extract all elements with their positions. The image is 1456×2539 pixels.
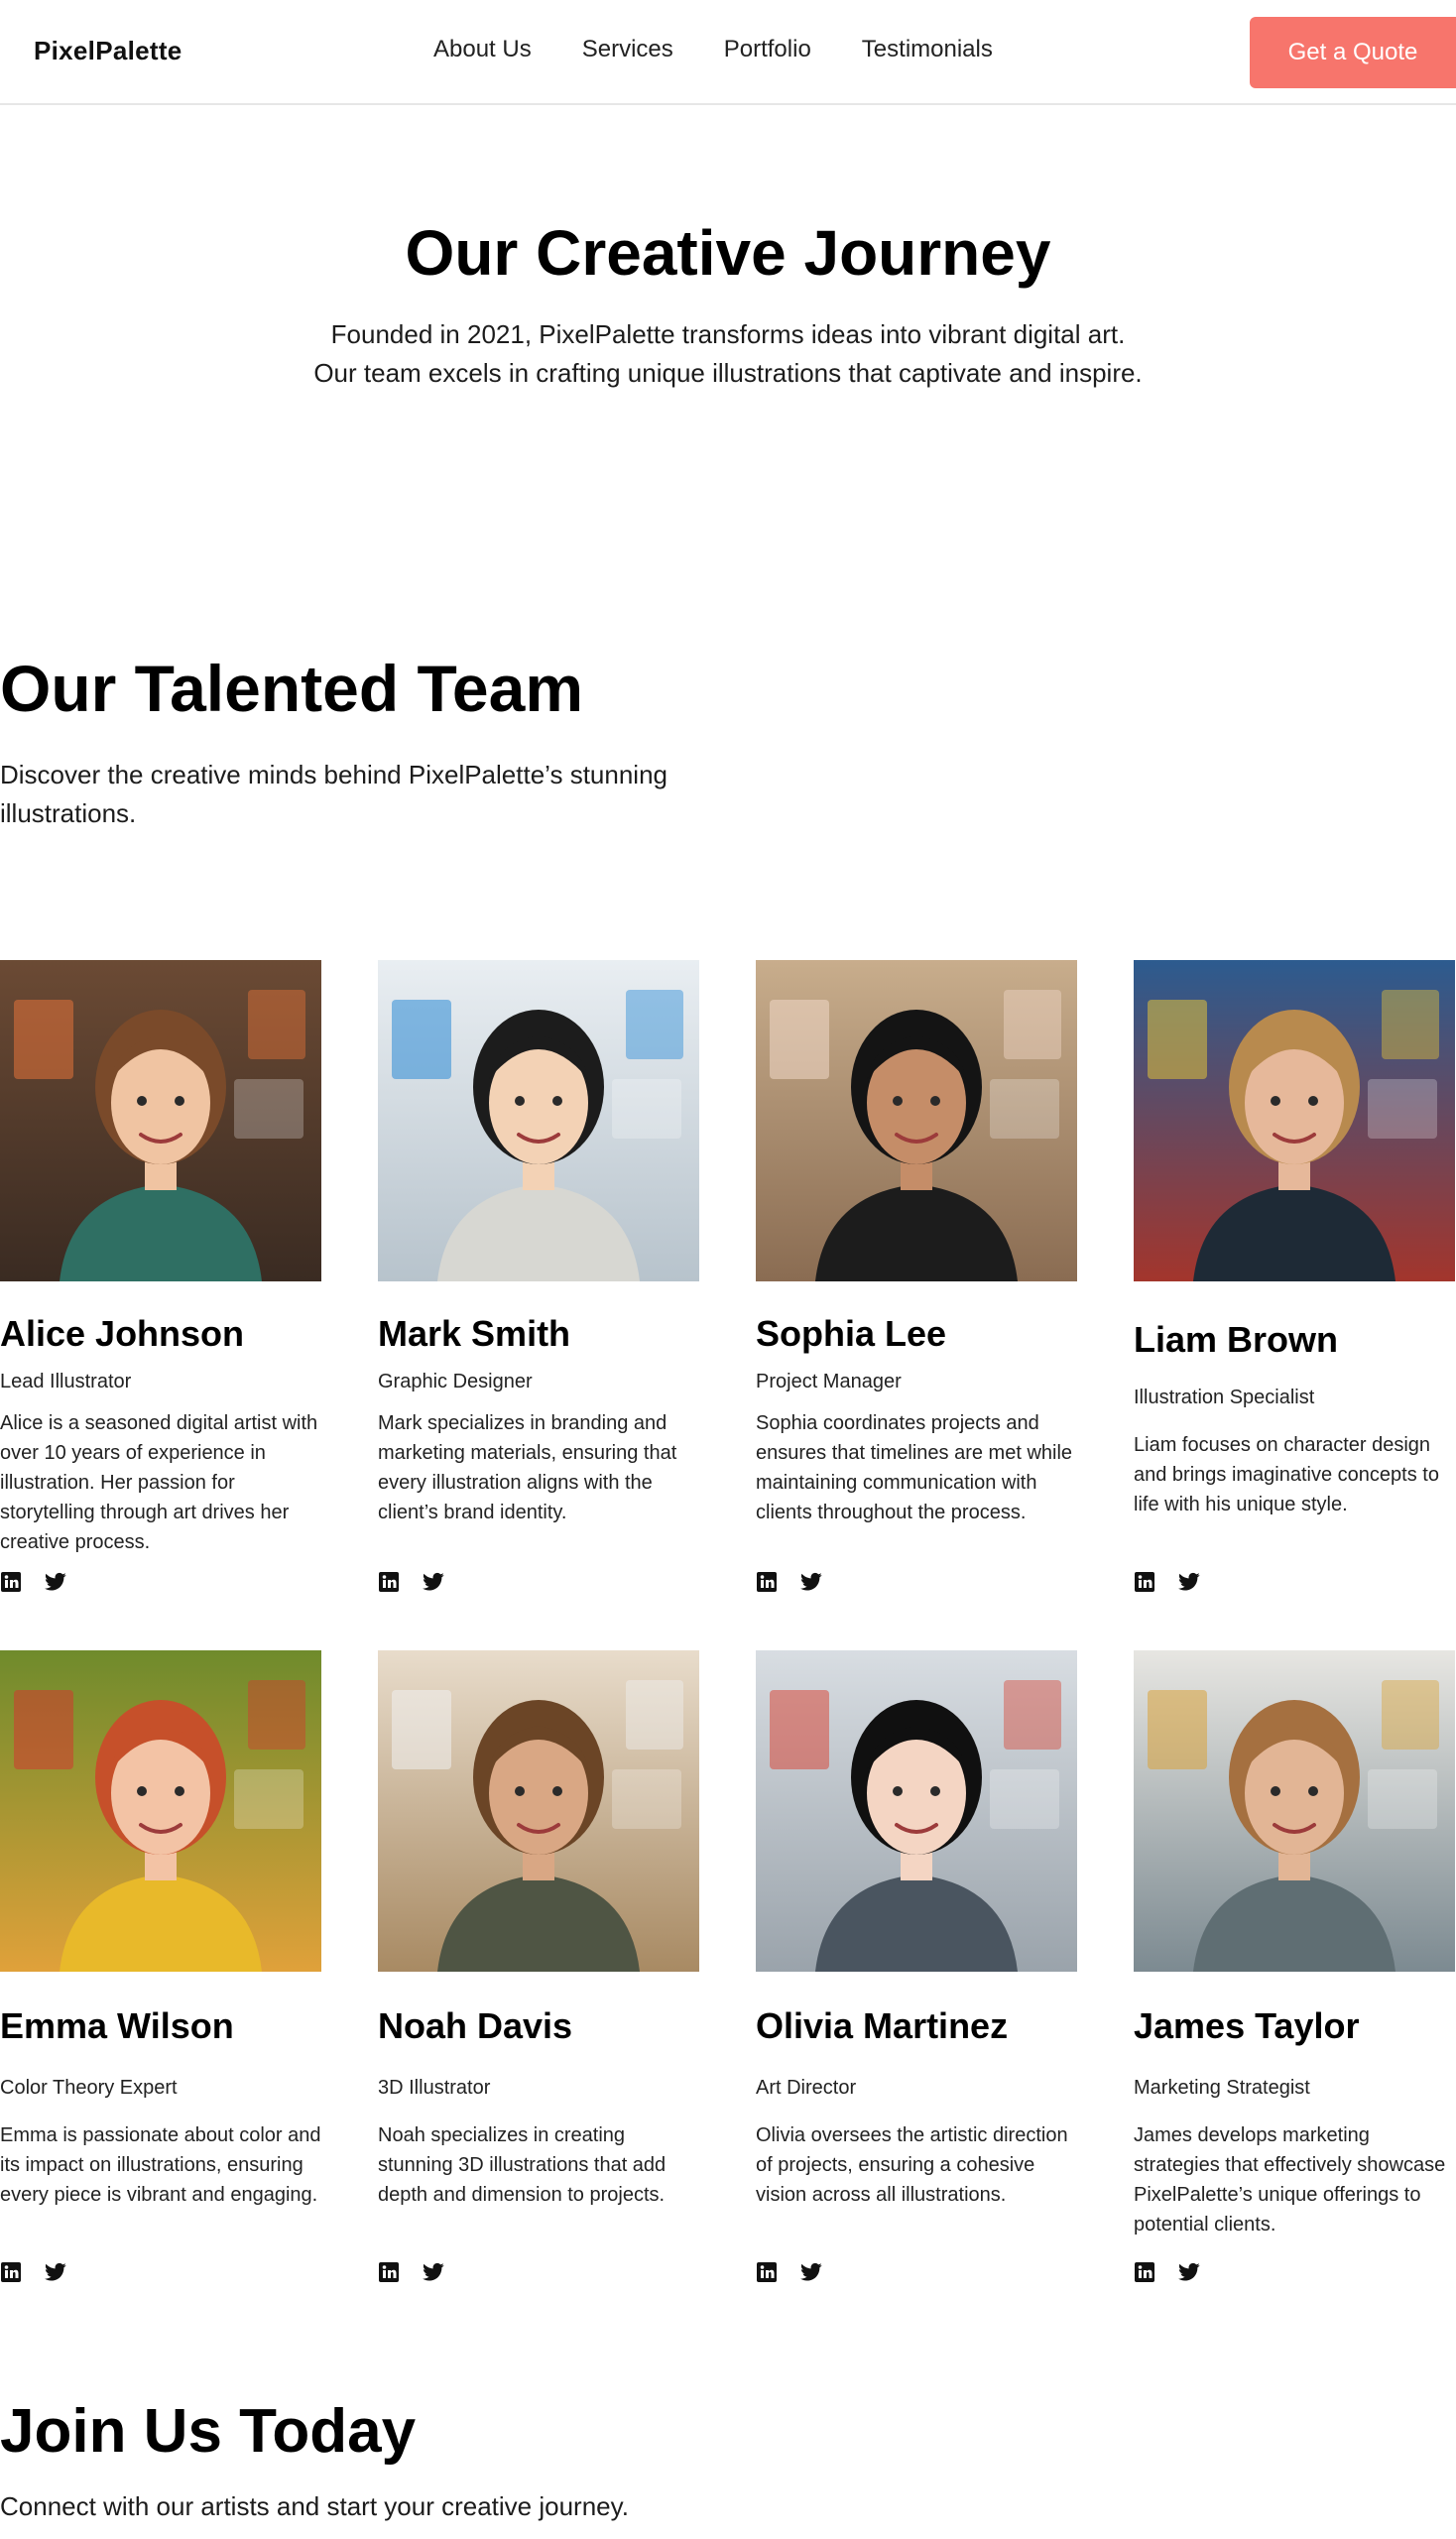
nav-link-testimonials[interactable]: Testimonials: [862, 36, 993, 63]
team-member-name: Liam Brown: [1134, 1319, 1339, 1360]
linkedin-icon[interactable]: [1134, 1571, 1155, 1593]
team-card: Emma Wilson Color Theory Expert Emma is pa…: [0, 1650, 327, 2305]
linkedin-icon[interactable]: [378, 1571, 400, 1593]
top-navbar: PixelPalette About Us Services Portfolio…: [0, 0, 1456, 105]
team-photo: [756, 1650, 1077, 1972]
linkedin-icon[interactable]: [378, 2261, 400, 2283]
team-member-role: Graphic Designer: [378, 1371, 533, 1392]
twitter-icon[interactable]: [45, 1571, 66, 1593]
team-photo-image: [0, 1650, 321, 1972]
hero-text: Founded in 2021, PixelPalette transforms…: [313, 319, 1143, 388]
team-member-role: Art Director: [756, 2077, 857, 2099]
social-links: [378, 2261, 444, 2283]
team-member-role: Lead Illustrator: [0, 1371, 132, 1392]
team-member-name: Sophia Lee: [756, 1313, 947, 1354]
team-member-role: Illustration Specialist: [1134, 1387, 1315, 1408]
join-subtitle: Connect with our artists and start your …: [0, 2491, 629, 2521]
team-member-role: Color Theory Expert: [0, 2077, 178, 2099]
team-photo-image: [1134, 1650, 1455, 1972]
team-photo: [0, 1650, 321, 1972]
twitter-icon[interactable]: [800, 1571, 822, 1593]
team-member-name: Noah Davis: [378, 2005, 573, 2046]
twitter-icon[interactable]: [1178, 2261, 1200, 2283]
linkedin-icon[interactable]: [756, 2261, 778, 2283]
team-photo: [756, 960, 1077, 1281]
nav-link-about[interactable]: About Us: [433, 36, 532, 63]
team-card: Mark Smith Graphic Designer Mark specializ…: [378, 960, 705, 1615]
team-member-name: James Taylor: [1134, 2005, 1360, 2046]
team-photo-image: [756, 960, 1077, 1281]
social-links: [0, 2261, 66, 2283]
team-photo: [1134, 1650, 1455, 1972]
team-member-role: Marketing Strategist: [1134, 2077, 1310, 2099]
team-photo: [0, 960, 321, 1281]
team-card: Liam Brown Illustration Specialist Liam fo…: [1134, 960, 1456, 1615]
team-photo-image: [378, 960, 699, 1281]
team-card: Sophia Lee Project Manager Sophia coordina…: [756, 960, 1083, 1615]
social-links: [1134, 2261, 1200, 2283]
social-links: [756, 2261, 822, 2283]
team-member-bio: Liam focuses on character design and bri…: [1134, 1434, 1439, 1515]
twitter-icon[interactable]: [423, 1571, 444, 1593]
team-photo-image: [756, 1650, 1077, 1972]
team-member-name: Mark Smith: [378, 1313, 571, 1354]
team-member-bio: Emma is passionate about color and its i…: [0, 2124, 321, 2206]
twitter-icon[interactable]: [45, 2261, 66, 2283]
get-quote-button[interactable]: Get a Quote: [1250, 17, 1456, 88]
team-member-role: Project Manager: [756, 1371, 902, 1392]
team-member-bio: James develops marketing strategies that…: [1134, 2124, 1446, 2236]
team-card: Olivia Martinez Art Director Olivia overse…: [756, 1650, 1083, 2305]
social-links: [756, 1571, 822, 1593]
hero-title: Our Creative Journey: [405, 217, 1051, 289]
team-member-role: 3D Illustrator: [378, 2077, 491, 2099]
nav-link-services[interactable]: Services: [582, 36, 673, 63]
team-member-bio: Sophia coordinates projects and ensures …: [756, 1412, 1073, 1523]
nav-link-portfolio[interactable]: Portfolio: [724, 36, 811, 63]
team-member-bio: Alice is a seasoned digital artist with …: [0, 1412, 318, 1553]
social-links: [1134, 1571, 1200, 1593]
team-photo-image: [0, 960, 321, 1281]
social-links: [378, 1571, 444, 1593]
linkedin-icon[interactable]: [0, 2261, 22, 2283]
team-photo: [378, 1650, 699, 1972]
linkedin-icon[interactable]: [0, 1571, 22, 1593]
linkedin-icon[interactable]: [1134, 2261, 1155, 2283]
team-member-name: Emma Wilson: [0, 2005, 234, 2046]
team-member-bio: Noah specializes in creating stunning 3D…: [378, 2124, 667, 2206]
team-photo-image: [1134, 960, 1455, 1281]
team-member-name: Olivia Martinez: [756, 2005, 1009, 2046]
site-logo[interactable]: PixelPalette: [34, 36, 182, 66]
team-card: James Taylor Marketing Strategist James de…: [1134, 1650, 1456, 2305]
team-member-name: Alice Johnson: [0, 1313, 245, 1354]
team-card: Alice Johnson Lead Illustrator Alice is a …: [0, 960, 327, 1615]
team-member-bio: Olivia oversees the artistic direction o…: [756, 2124, 1068, 2206]
team-title: Our Talented Team: [0, 652, 584, 725]
team-photo: [1134, 960, 1455, 1281]
team-photo: [378, 960, 699, 1281]
team-subtitle: Discover the creative minds behind Pixel…: [0, 760, 667, 828]
twitter-icon[interactable]: [423, 2261, 444, 2283]
social-links: [0, 1571, 66, 1593]
linkedin-icon[interactable]: [756, 1571, 778, 1593]
twitter-icon[interactable]: [800, 2261, 822, 2283]
join-title: Join Us Today: [0, 2397, 417, 2466]
team-card: Noah Davis 3D Illustrator Noah specializes…: [378, 1650, 705, 2305]
team-member-bio: Mark specializes in branding and marketi…: [378, 1412, 677, 1523]
team-photo-image: [378, 1650, 699, 1972]
nav-links: About Us Services Portfolio Testimonials: [433, 36, 1043, 63]
twitter-icon[interactable]: [1178, 1571, 1200, 1593]
